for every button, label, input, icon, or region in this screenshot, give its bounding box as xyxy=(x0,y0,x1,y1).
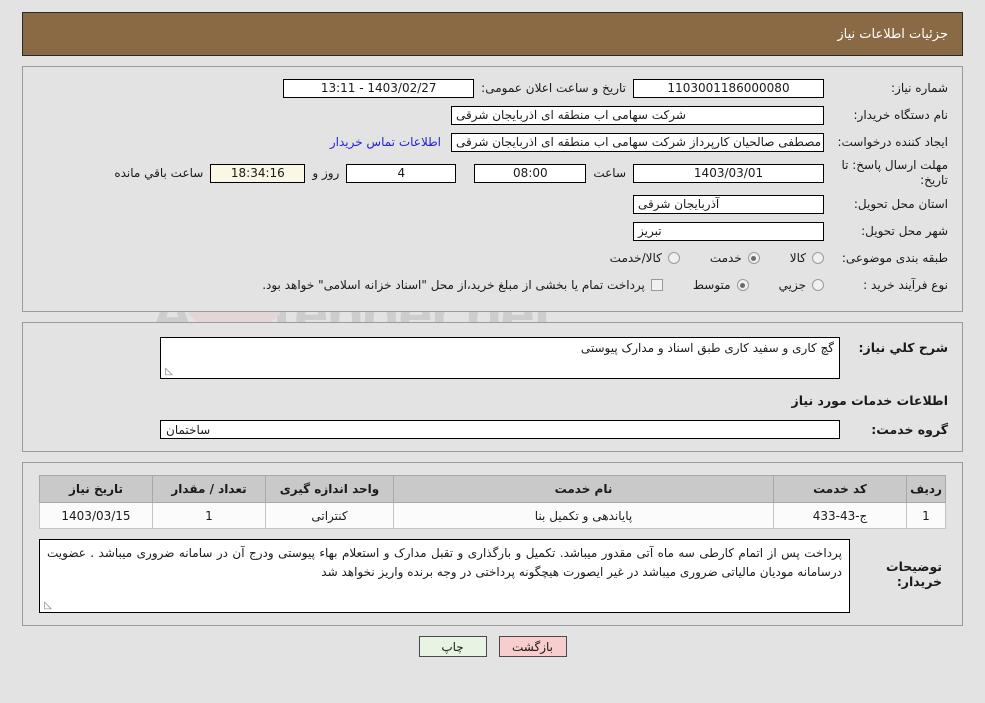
category-option-service-label: خدمت xyxy=(709,251,742,265)
service-group-label: گروه خدمت: xyxy=(871,422,948,437)
table-header-row: ردیف کد خدمت نام خدمت واحد اندازه گیری ت… xyxy=(39,475,946,503)
deadline-label-line2: تاریخ: xyxy=(920,173,948,187)
creator-row: ایجاد کننده درخواست: مصطفی صالحیان کارپر… xyxy=(37,131,948,153)
cell-qty: 1 xyxy=(152,502,266,529)
radio-icon-goods-service[interactable] xyxy=(667,252,680,264)
process-label: نوع فرآیند خرید : xyxy=(863,277,948,292)
treasury-checkbox-item[interactable]: پرداخت تمام یا بخشی از مبلغ خرید،از محل … xyxy=(262,278,663,292)
treasury-checkbox-label: پرداخت تمام یا بخشی از مبلغ خرید،از محل … xyxy=(262,278,645,292)
cell-name: پایاندهی و تکمیل بنا xyxy=(393,502,774,529)
category-option-goods-label: کالا xyxy=(789,251,806,265)
back-button[interactable]: بازگشت xyxy=(498,636,567,657)
general-desc-textarea[interactable]: گچ کاری و سفید کاری طبق اسناد و مدارک پی… xyxy=(160,337,840,379)
province-row: استان محل تحویل: آذربایجان شرقی xyxy=(37,193,948,215)
city-label: شهر محل تحویل: xyxy=(861,223,948,238)
buyer-org-label: نام دستگاه خریدار: xyxy=(853,107,949,122)
remaining-label: ساعت باقي مانده xyxy=(114,166,204,180)
cell-date: 1403/03/15 xyxy=(39,502,153,529)
page-header: جزئیات اطلاعات نیاز xyxy=(22,12,963,56)
footer-actions: بازگشت چاپ xyxy=(0,636,985,657)
general-desc-value: گچ کاری و سفید کاری طبق اسناد و مدارک پی… xyxy=(580,341,834,355)
deadline-hour-field[interactable]: 08:00 xyxy=(474,163,587,183)
category-option-goods-service[interactable]: کالا/خدمت xyxy=(610,251,680,265)
remaining-days-field[interactable]: 4 xyxy=(346,163,457,183)
remaining-time-field: 18:34:16 xyxy=(210,163,306,183)
buyer-contact-link[interactable]: اطلاعات تماس خریدار xyxy=(330,135,441,149)
response-deadline-row: مهلت ارسال پاسخ: تا تاریخ: 1403/03/01 سا… xyxy=(37,158,948,188)
process-option-minor[interactable]: جزیي xyxy=(779,278,824,292)
col-header-unit: واحد اندازه گیری xyxy=(265,475,394,503)
process-radio-group: جزیي متوسط پرداخت تمام یا بخشی از مبلغ خ… xyxy=(262,278,824,292)
need-number-field[interactable]: 1103001186000080 xyxy=(633,78,824,98)
need-number-row: شماره نیاز: 1103001186000080 تاریخ و ساع… xyxy=(37,77,948,99)
process-option-minor-label: جزیي xyxy=(778,278,806,292)
resize-grip-icon-notes[interactable]: ◺ xyxy=(42,601,52,611)
days-label: روز و xyxy=(312,166,340,180)
general-desc-label: شرح کلي نیاز: xyxy=(858,340,948,355)
cell-unit: کنتراتی xyxy=(265,502,394,529)
creator-field[interactable]: مصطفی صالحیان کارپرداز شرکت سهامی اب منط… xyxy=(451,132,824,152)
category-radio-group: کالا خدمت کالا/خدمت xyxy=(580,251,824,265)
city-field[interactable]: تبریز xyxy=(633,221,824,241)
col-header-qty: تعداد / مقدار xyxy=(152,475,266,503)
deadline-label: مهلت ارسال پاسخ: تا تاریخ: xyxy=(824,158,948,188)
process-option-medium[interactable]: متوسط xyxy=(693,278,749,292)
radio-icon-goods[interactable] xyxy=(812,252,824,264)
need-number-label: شماره نیاز: xyxy=(891,80,948,95)
deadline-date-field[interactable]: 1403/03/01 xyxy=(633,163,824,183)
category-option-service[interactable]: خدمت xyxy=(710,251,760,265)
province-field[interactable]: آذربایجان شرقی xyxy=(633,194,824,214)
col-header-radif: ردیف xyxy=(906,475,946,503)
service-items-table: ردیف کد خدمت نام خدمت واحد اندازه گیری ت… xyxy=(39,475,946,529)
buyer-notes-row: توضیحات خریدار: پرداخت پس از اتمام کارطی… xyxy=(39,539,946,613)
resize-grip-icon[interactable]: ◺ xyxy=(163,367,173,377)
need-summary-panel: شماره نیاز: 1103001186000080 تاریخ و ساع… xyxy=(22,66,963,312)
province-label: استان محل تحویل: xyxy=(853,196,948,211)
process-type-row: نوع فرآیند خرید : جزیي متوسط پرداخت تمام… xyxy=(37,274,948,296)
radio-icon-medium[interactable] xyxy=(736,279,749,291)
page-title: جزئیات اطلاعات نیاز xyxy=(837,26,948,42)
service-group-row: گروه خدمت: ساختمان xyxy=(37,420,948,439)
hour-label: ساعت xyxy=(593,166,626,180)
category-option-goods-service-label: کالا/خدمت xyxy=(609,251,662,265)
buyer-org-row: نام دستگاه خریدار: شرکت سهامی اب منطقه ا… xyxy=(37,104,948,126)
announce-datetime-field[interactable]: 1403/02/27 - 13:11 xyxy=(283,78,475,98)
service-items-panel: ردیف کد خدمت نام خدمت واحد اندازه گیری ت… xyxy=(22,462,963,626)
services-section-title: اطلاعات خدمات مورد نیاز xyxy=(791,393,949,408)
cell-radif: 1 xyxy=(906,502,946,529)
need-description-panel: شرح کلي نیاز: گچ کاری و سفید کاری طبق اس… xyxy=(22,322,963,452)
process-option-medium-label: متوسط xyxy=(692,278,731,292)
buyer-org-field[interactable]: شرکت سهامی اب منطقه ای اذربایجان شرقی xyxy=(451,105,824,125)
table-row[interactable]: 1 ج-43-433 پایاندهی و تکمیل بنا کنتراتی … xyxy=(39,502,946,529)
service-group-field[interactable]: ساختمان xyxy=(160,420,840,439)
radio-icon-minor[interactable] xyxy=(812,279,824,291)
city-row: شهر محل تحویل: تبریز xyxy=(37,220,948,242)
col-header-date: تاریخ نیاز xyxy=(39,475,153,503)
creator-label: ایجاد کننده درخواست: xyxy=(837,134,948,149)
cell-code: ج-43-433 xyxy=(773,502,907,529)
print-button[interactable]: چاپ xyxy=(418,636,487,657)
category-label: طبقه بندی موضوعی: xyxy=(841,250,948,265)
buyer-notes-value: پرداخت پس از اتمام کارطی سه ماه آتی مقدو… xyxy=(47,546,842,579)
buyer-notes-label: توضیحات خریدار: xyxy=(886,559,942,589)
radio-icon-service[interactable] xyxy=(747,252,760,264)
buyer-notes-textarea[interactable]: پرداخت پس از اتمام کارطی سه ماه آتی مقدو… xyxy=(39,539,850,613)
general-description-row: شرح کلي نیاز: گچ کاری و سفید کاری طبق اس… xyxy=(37,337,948,379)
col-header-code: کد خدمت xyxy=(773,475,907,503)
treasury-checkbox-icon[interactable] xyxy=(650,279,663,291)
announce-label: تاریخ و ساعت اعلان عمومی: xyxy=(481,81,626,95)
deadline-label-line1: مهلت ارسال پاسخ: تا xyxy=(841,158,948,172)
col-header-name: نام خدمت xyxy=(393,475,774,503)
category-option-goods[interactable]: کالا xyxy=(790,251,824,265)
category-row: طبقه بندی موضوعی: کالا خدمت کالا/خدمت xyxy=(37,247,948,269)
